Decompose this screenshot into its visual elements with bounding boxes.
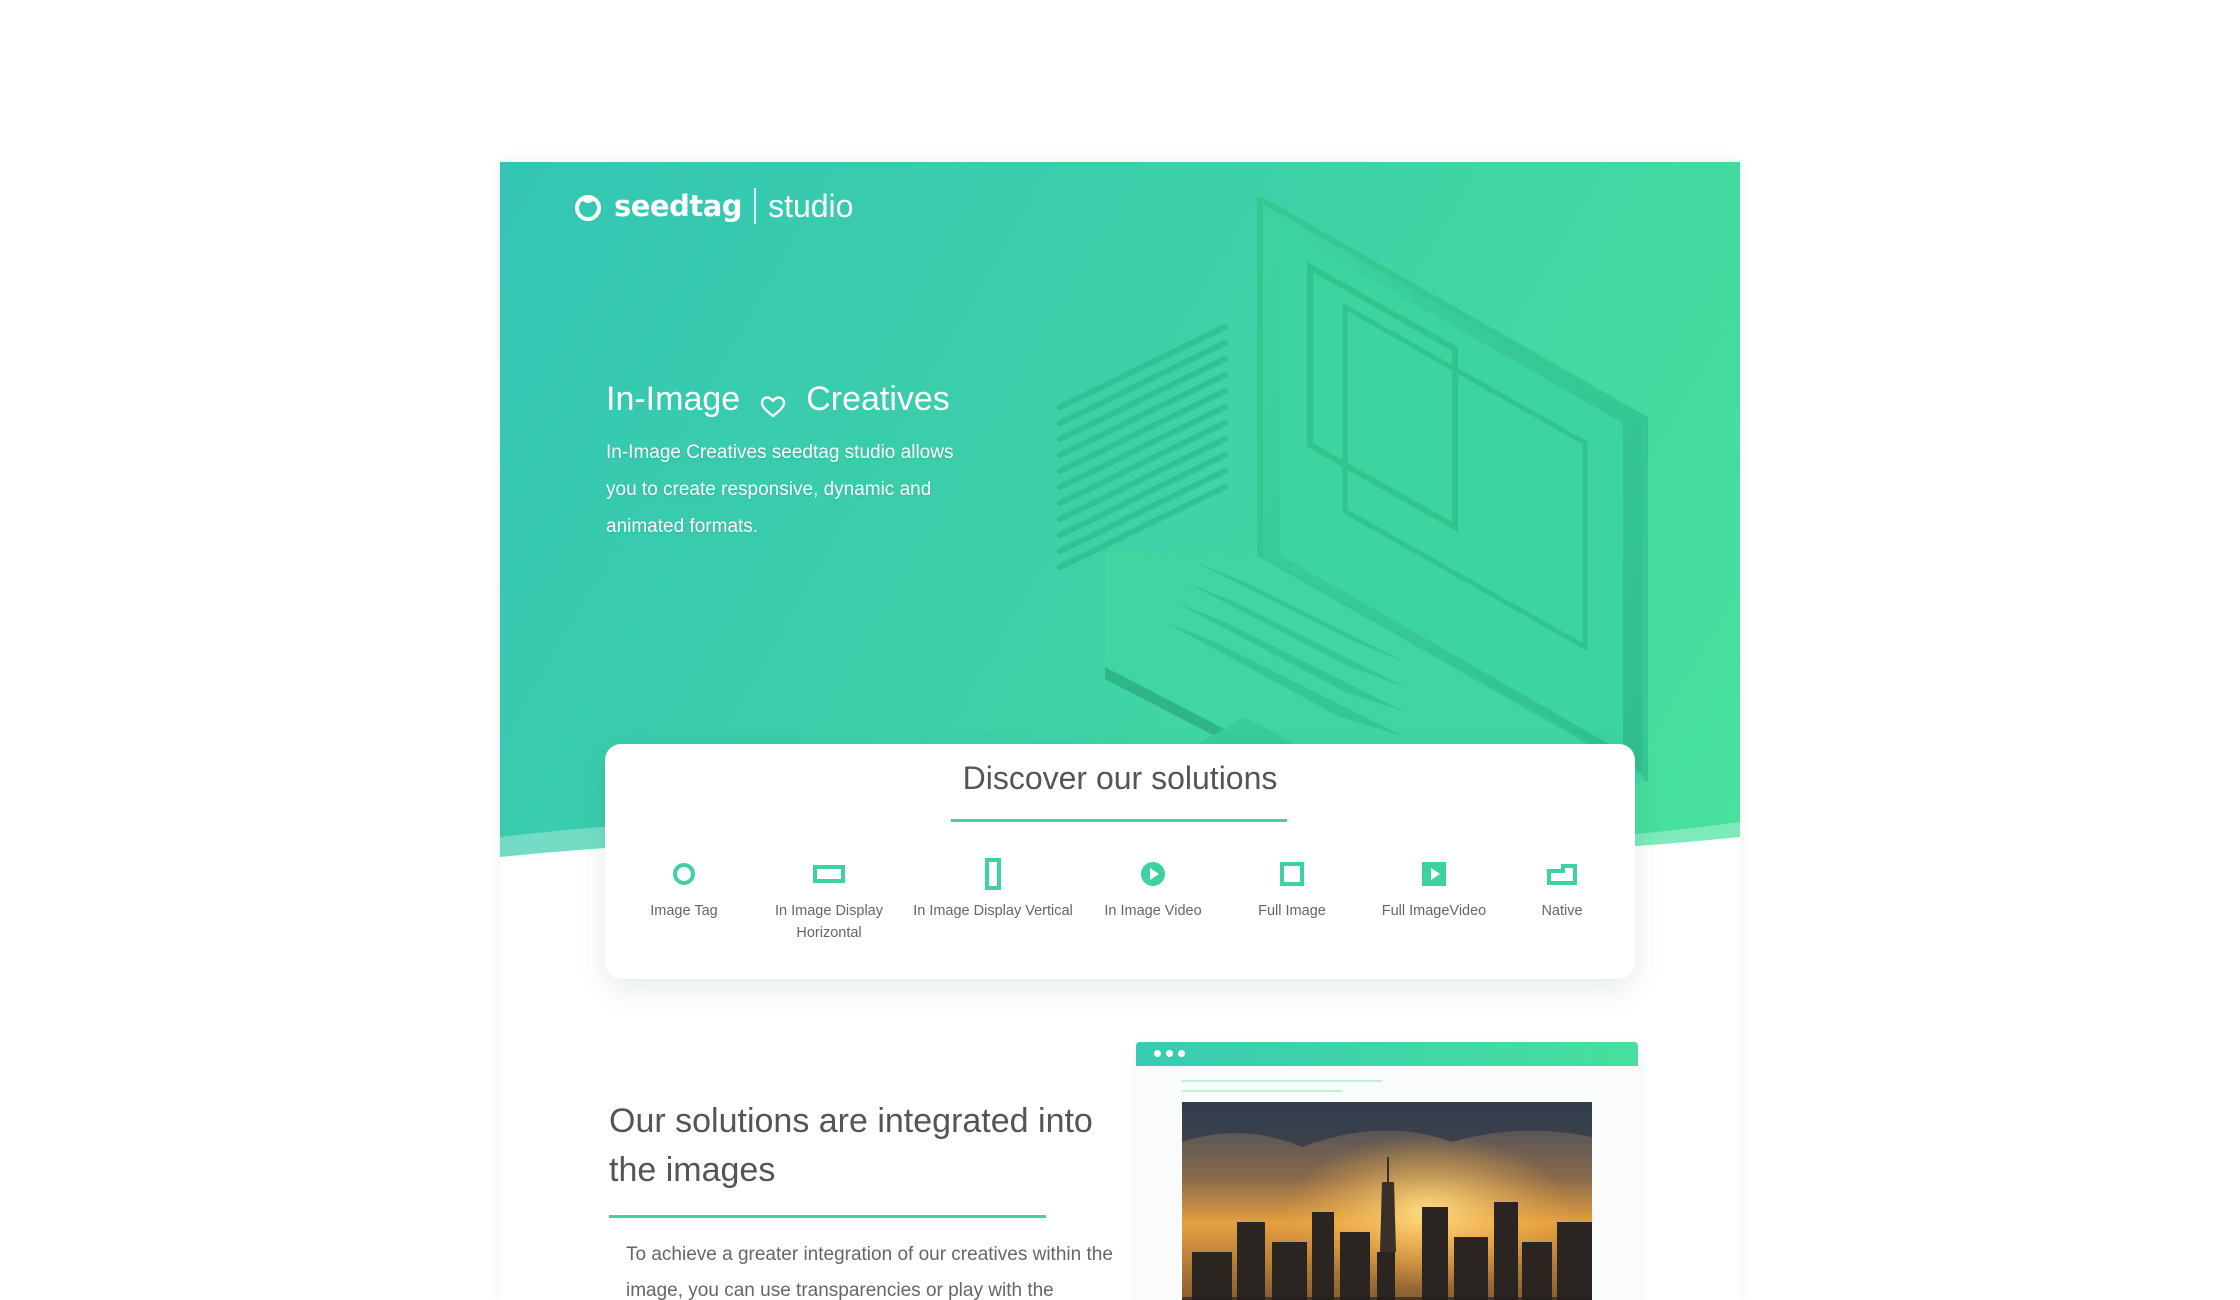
vertical-rectangle-icon <box>985 858 1001 890</box>
play-circle-icon <box>1141 862 1165 886</box>
section2-title: Our solutions are integrated into the im… <box>609 1102 1093 1189</box>
seedtag-logo[interactable]: seedtag studio <box>571 184 853 228</box>
play-square-icon <box>1422 862 1446 886</box>
city-skyline-photo <box>1182 1102 1592 1300</box>
browser-mockup <box>1136 1042 1638 1300</box>
solution-display-horizontal[interactable]: In Image Display Horizontal <box>744 858 914 944</box>
section2-title-underline <box>609 1215 1046 1218</box>
window-dot-icon <box>1166 1050 1173 1057</box>
logo-brand-name: seedtag <box>614 189 743 223</box>
solutions-title: Discover our solutions <box>962 760 1278 796</box>
horizontal-rectangle-icon <box>813 865 845 883</box>
heart-icon <box>760 396 786 418</box>
placeholder-text-line <box>1182 1090 1342 1092</box>
solution-native[interactable]: Native <box>1477 858 1647 922</box>
native-icon <box>1547 864 1577 885</box>
window-dot-icon <box>1154 1050 1161 1057</box>
hero-title: In-Image Creatives <box>606 374 950 424</box>
browser-title-bar <box>1136 1042 1638 1066</box>
section2-text: To achieve a greater integration of our … <box>626 1244 1113 1300</box>
circle-icon <box>673 863 695 885</box>
solution-label: In Image Display Horizontal <box>775 903 883 941</box>
logo-product-name: studio <box>768 187 854 224</box>
solutions-panel: Discover our solutions Image Tag In Imag… <box>605 744 1635 979</box>
solution-display-vertical[interactable]: In Image Display Vertical <box>908 858 1078 922</box>
logo-separator <box>754 188 757 224</box>
solutions-title-underline <box>951 819 1287 822</box>
placeholder-text-line <box>1182 1080 1382 1082</box>
hero-title-part1: In-Image <box>606 379 741 418</box>
window-dot-icon <box>1178 1050 1185 1057</box>
solution-label: Native <box>1541 903 1583 919</box>
square-icon <box>1280 862 1304 886</box>
hero-description: In-Image Creatives seedtag studio allows… <box>606 442 954 537</box>
hero-title-part2: Creatives <box>806 379 950 418</box>
page-card: seedtag studio In-Image Creatives In-Ima… <box>500 162 1740 1300</box>
seedtag-logo-icon <box>575 195 601 221</box>
solution-label: In Image Display Vertical <box>913 903 1073 919</box>
